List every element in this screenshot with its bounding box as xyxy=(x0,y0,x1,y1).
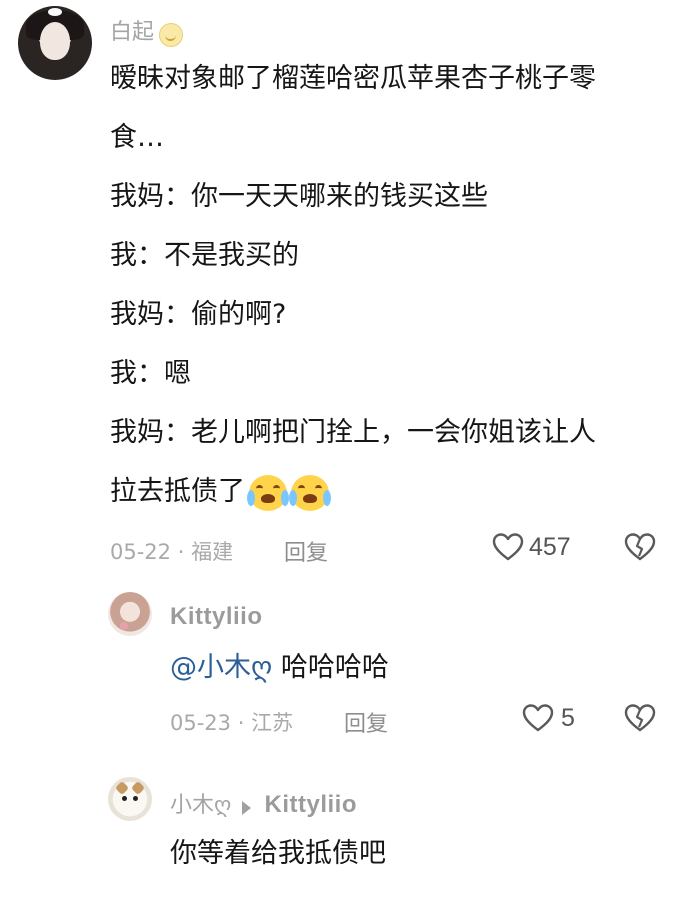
comment-date: 05-22 xyxy=(110,540,172,564)
like-count: 5 xyxy=(561,704,575,732)
comment-body: 暧昧对象邮了榴莲哈密瓜苹果杏子桃子零 食… 我妈：你一天天哪来的钱买这些 我：不… xyxy=(110,49,670,521)
reply-body: @小木ღ 哈哈哈哈 xyxy=(170,638,389,697)
comment-line: 暧昧对象邮了榴莲哈密瓜苹果杏子桃子零 xyxy=(110,63,596,94)
crying-emoji-icon xyxy=(289,474,331,511)
broken-heart-icon[interactable] xyxy=(624,532,656,562)
cat-eye xyxy=(122,796,127,801)
comment-line: 食… xyxy=(110,122,164,153)
reply-to-username[interactable]: Kittyliio xyxy=(264,791,357,818)
reply-arrow-icon xyxy=(242,800,252,815)
cat-eye xyxy=(133,796,138,801)
meta-separator: · xyxy=(177,540,192,564)
comment-line: 我：嗯 xyxy=(110,358,191,389)
comment-line: 我：不是我买的 xyxy=(110,240,299,271)
reply-meta: 05-23 · 江苏 xyxy=(170,707,293,737)
avatar-bow xyxy=(48,8,62,16)
reply-text: 你等着给我抵债吧 xyxy=(170,838,386,869)
reply-date: 05-23 xyxy=(170,711,232,735)
avatar[interactable] xyxy=(108,777,152,821)
reply-button[interactable]: 回复 xyxy=(284,535,328,567)
meta-separator: · xyxy=(237,711,252,735)
cat-ear xyxy=(114,780,130,796)
username[interactable]: Kittyliio xyxy=(170,603,263,631)
avatar[interactable] xyxy=(108,592,152,636)
reply-button[interactable]: 回复 xyxy=(344,706,388,738)
mention-link[interactable]: @小木ღ xyxy=(170,652,272,683)
comment-header: 白起 xyxy=(110,14,184,47)
reply-body: 你等着给我抵债吧 xyxy=(170,824,386,883)
heart-icon[interactable] xyxy=(522,703,554,733)
comment-line: 我妈：你一天天哪来的钱买这些 xyxy=(110,181,488,212)
username[interactable]: 白起 xyxy=(110,20,154,45)
comment-location: 福建 xyxy=(191,540,234,564)
reply-header: 小木ღ Kittyliio xyxy=(170,787,357,819)
cat-ear xyxy=(130,780,146,796)
username[interactable]: 小木ღ xyxy=(170,793,231,818)
comment-line: 我妈：偷的啊? xyxy=(110,299,287,330)
reply-text: 哈哈哈哈 xyxy=(280,652,389,683)
avatar[interactable] xyxy=(18,6,92,80)
reply-location: 江苏 xyxy=(251,711,294,735)
avatar-decoration xyxy=(120,622,128,630)
like-count: 457 xyxy=(529,533,571,561)
crying-emoji-icon xyxy=(247,474,289,511)
avatar-face xyxy=(40,22,70,60)
comment-line: 我妈：老儿啊把门拴上，一会你姐该让人 xyxy=(110,417,596,448)
smile-emoji-icon xyxy=(159,22,184,47)
comment-line-last: 拉去抵债了 xyxy=(110,462,670,521)
heart-icon[interactable] xyxy=(492,532,524,562)
comment-meta: 05-22 · 福建 xyxy=(110,536,233,566)
comment-line-text: 拉去抵债了 xyxy=(110,476,245,507)
broken-heart-icon[interactable] xyxy=(624,703,656,733)
